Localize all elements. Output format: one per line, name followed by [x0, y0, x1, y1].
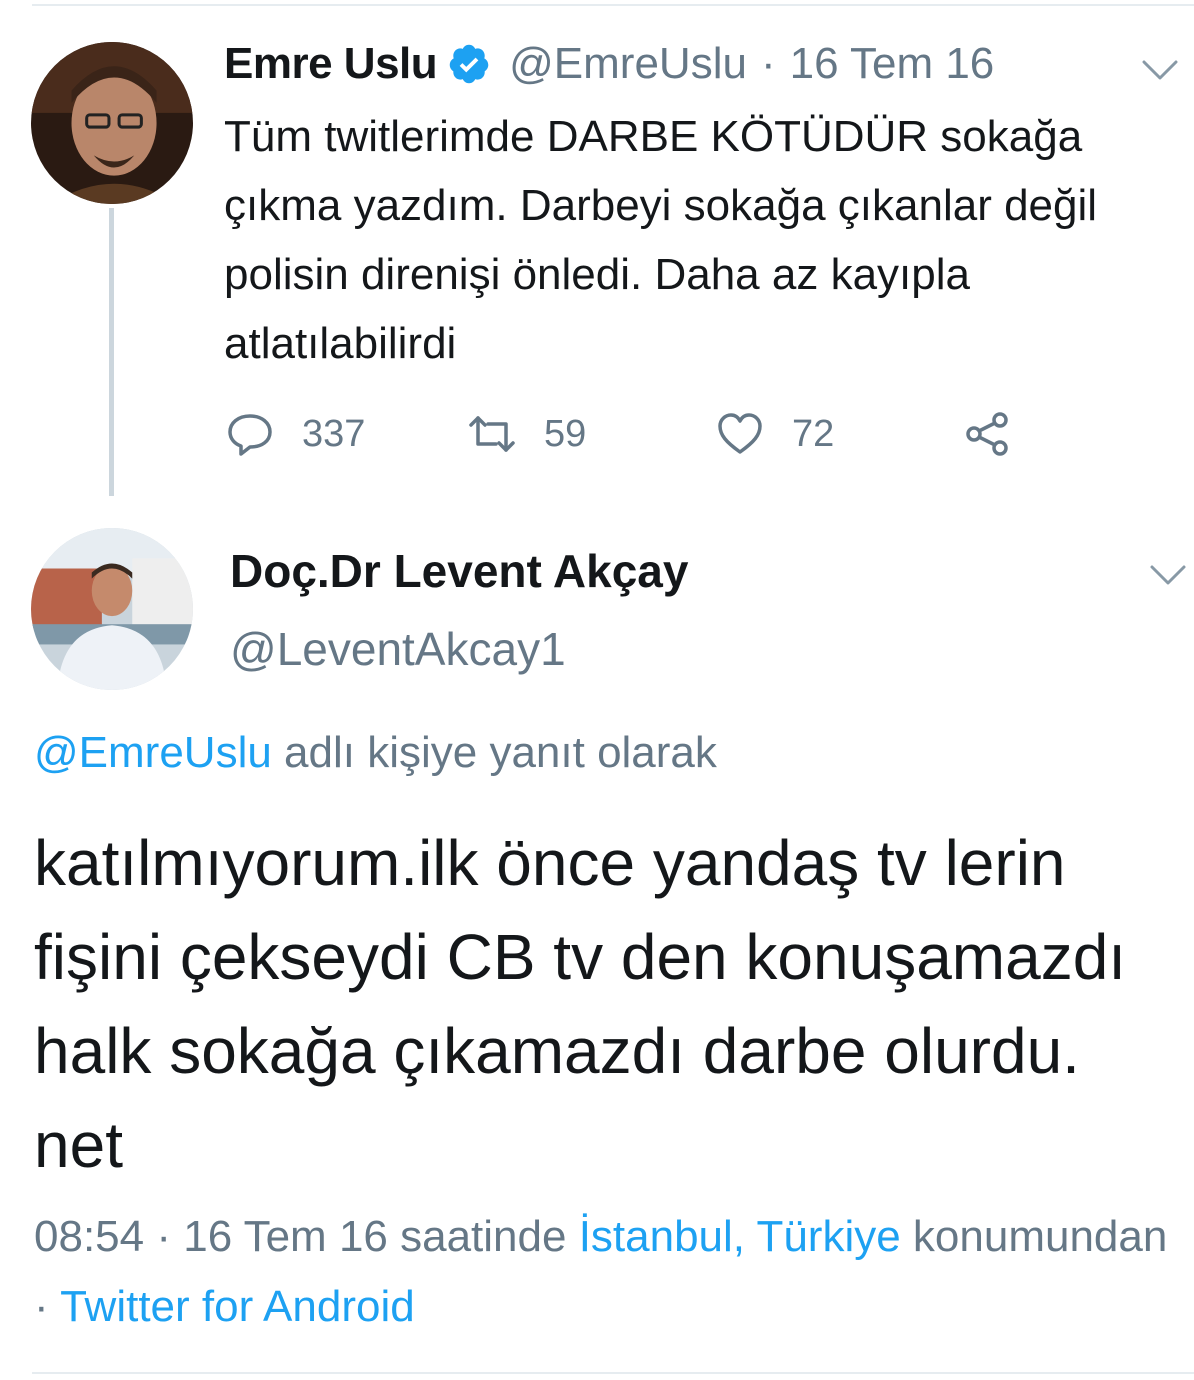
retweet-count: 59 — [544, 412, 587, 455]
tweet-actions: 337 59 72 — [226, 406, 1026, 462]
replying-to: @EmreUslu adlı kişiye yanıt olarak — [34, 728, 717, 778]
tweet-date-phrase: 16 Tem 16 saatinde — [183, 1212, 579, 1261]
verified-badge-icon — [447, 42, 491, 86]
avatar[interactable] — [31, 42, 193, 204]
thread-connector-line — [109, 208, 114, 496]
tweet-header: Emre Uslu @EmreUslu · 16 Tem 16 — [224, 34, 994, 94]
reply-text: katılmıyorum.ilk önce yandaş tv lerin fi… — [34, 827, 1127, 1181]
like-button[interactable]: 72 — [716, 406, 834, 462]
bottom-divider — [32, 1372, 1194, 1374]
avatar-image — [31, 528, 193, 690]
avatar-image — [31, 42, 193, 204]
avatar[interactable] — [31, 528, 193, 690]
like-icon — [716, 410, 764, 458]
tweet-time: 08:54 — [34, 1212, 145, 1261]
like-count: 72 — [792, 412, 835, 455]
separator-dot: · — [760, 39, 776, 88]
meta-separator: · — [144, 1212, 184, 1261]
reply-icon — [226, 410, 274, 458]
reply-count: 337 — [302, 412, 366, 455]
reply-button[interactable]: 337 — [226, 406, 365, 462]
tweet-meta: 08:54 · 16 Tem 16 saatinde İstanbul, Tür… — [34, 1202, 1174, 1342]
location-link[interactable]: İstanbul, Türkiye — [579, 1212, 901, 1261]
author-name[interactable]: Emre Uslu — [224, 39, 438, 89]
tweet-text: Tüm twitlerimde DARBE KÖTÜDÜR sokağa çık… — [224, 112, 1098, 368]
replying-to-mention-link[interactable]: @EmreUslu — [34, 728, 272, 777]
retweet-button[interactable]: 59 — [468, 406, 586, 462]
source-link[interactable]: Twitter for Android — [60, 1282, 415, 1331]
retweet-icon — [468, 410, 516, 458]
share-icon — [964, 410, 1012, 458]
author-handle[interactable]: @EmreUslu — [509, 39, 747, 89]
chevron-down-icon[interactable] — [1140, 56, 1180, 84]
reply-author-name[interactable]: Doç.Dr Levent Akçay — [230, 544, 688, 598]
tweet-date[interactable]: 16 Tem 16 — [790, 39, 995, 89]
replying-to-label: adlı kişiye yanıt olarak — [271, 728, 717, 777]
source-separator: · — [34, 1282, 61, 1331]
chevron-down-icon[interactable] — [1148, 561, 1188, 589]
share-button[interactable] — [964, 406, 1012, 462]
top-divider — [32, 4, 1194, 6]
location-suffix: konumundan — [900, 1212, 1168, 1261]
reply-author-handle[interactable]: @LeventAkcay1 — [230, 622, 566, 676]
